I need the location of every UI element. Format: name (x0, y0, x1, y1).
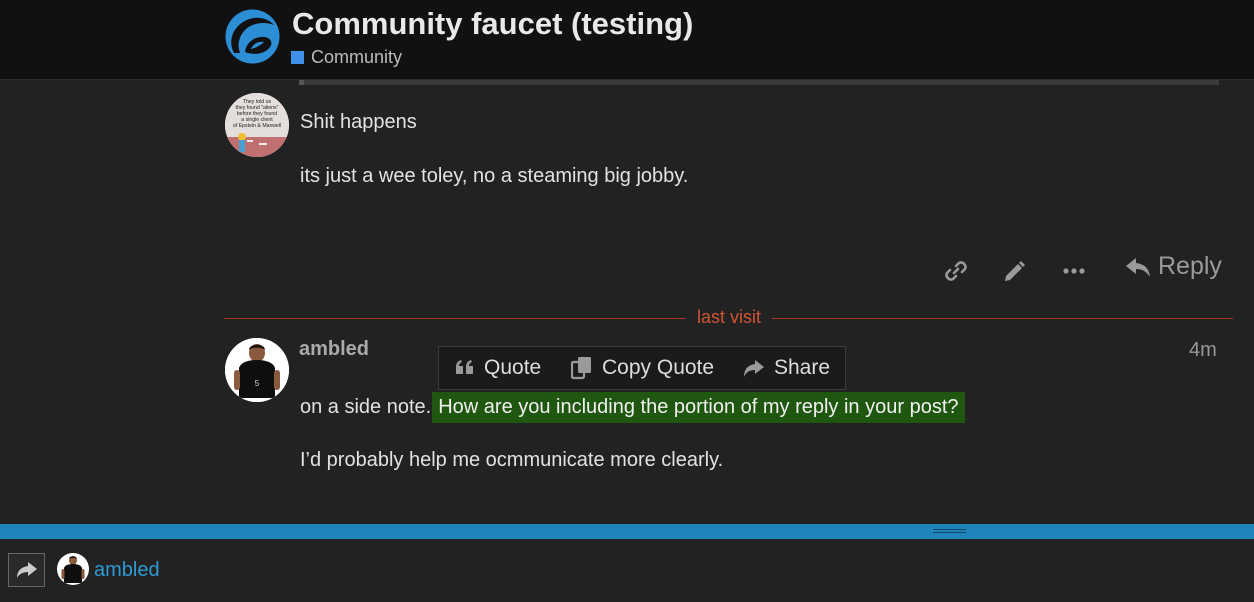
category-color-square (291, 50, 304, 64)
share-button[interactable]: Share (743, 354, 830, 382)
post-paragraph: on a side note. How are you including the… (300, 392, 965, 423)
share-arrow-icon (16, 562, 37, 578)
post-username[interactable]: ambled (299, 338, 369, 361)
composer-reply-to-user[interactable]: ambled (94, 559, 160, 582)
quote-mark-icon (456, 360, 473, 374)
post-paragraph: its just a wee toley, no a steaming big … (300, 165, 689, 187)
category-badge[interactable]: Community (291, 47, 402, 67)
last-visit-label: last visit (696, 307, 761, 327)
site-logo-icon[interactable] (224, 9, 281, 64)
post-paragraph: I’d probably help me ocmmunicate more cl… (300, 449, 724, 471)
topic-header: Community faucet (testing) Community (0, 0, 1254, 80)
composer-resize-bar[interactable] (0, 524, 1254, 539)
selected-text-highlight: How are you including the portion of my … (432, 392, 965, 423)
meme-avatar-image: They told us they found "aliens" before … (225, 93, 289, 157)
avatar-caption-line: of Epstein & Maxwell (233, 123, 281, 129)
topic-title[interactable]: Community faucet (testing) (292, 6, 693, 42)
quote-label: Quote (484, 356, 542, 379)
post-author-avatar[interactable]: 5 (225, 338, 289, 402)
reply-action-button[interactable] (8, 553, 45, 587)
post-actions: Reply (940, 250, 1230, 290)
grip-handle-icon[interactable] (933, 529, 966, 533)
post-author-avatar[interactable]: They told us they found "aliens" before … (225, 93, 289, 157)
share-arrow-icon (744, 360, 764, 377)
pencil-icon[interactable] (1002, 258, 1028, 284)
link-icon[interactable] (943, 258, 969, 284)
user-avatar-image: 5 (225, 338, 289, 402)
composer-user-avatar (57, 553, 89, 585)
post-date[interactable]: 4m (1189, 339, 1217, 362)
last-visit-divider-right (772, 318, 1233, 319)
reply-button[interactable]: Reply (1124, 252, 1222, 281)
copy-quote-button[interactable]: Copy Quote (571, 354, 714, 382)
quoted-post-border (299, 80, 1219, 85)
reply-arrow-icon (1126, 257, 1150, 277)
reply-label: Reply (1158, 252, 1222, 280)
composer: ambled (0, 539, 1254, 602)
unselected-text: on a side note. (300, 396, 432, 418)
copy-quote-label: Copy Quote (602, 356, 715, 379)
copy-icon (571, 357, 591, 380)
category-name: Community (311, 46, 403, 67)
user-avatar-image (57, 553, 89, 585)
quote-selection-toolbar: Quote Copy Quote Share (438, 346, 846, 390)
share-label: Share (774, 356, 831, 379)
last-visit-divider-left (224, 318, 686, 319)
post-paragraph: Shit happens (300, 111, 417, 133)
ellipsis-icon[interactable] (1061, 258, 1087, 284)
quote-button[interactable]: Quote (455, 354, 541, 382)
jersey-number: 5 (255, 379, 260, 388)
